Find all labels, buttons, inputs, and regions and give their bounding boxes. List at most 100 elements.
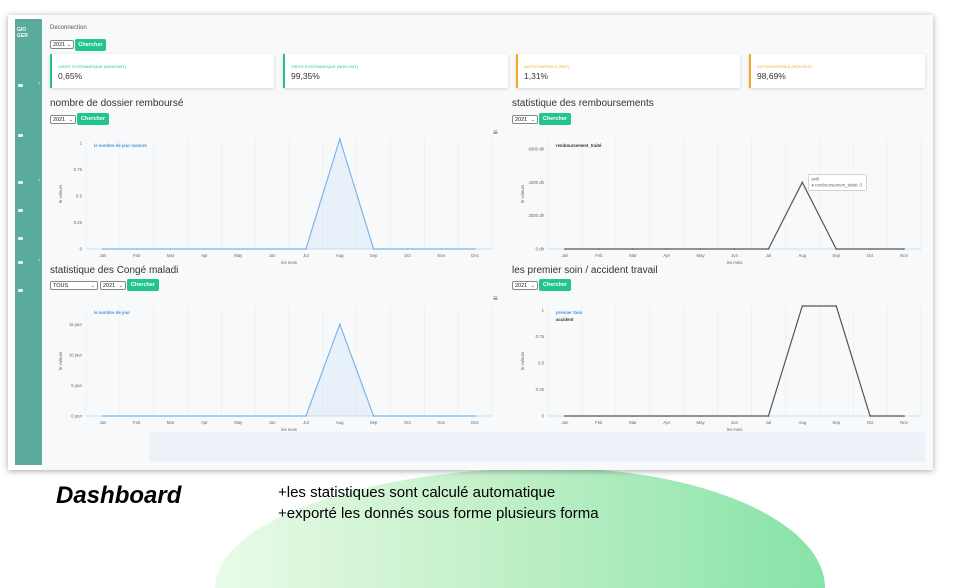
legend-item: accident <box>556 317 574 322</box>
x-tick-label: Sep <box>370 253 378 258</box>
data-point <box>801 181 804 184</box>
data-point <box>903 248 905 250</box>
year-select[interactable]: 2021 ⌄ <box>50 40 74 49</box>
chart-title: nombre de dossier remboursé <box>50 98 184 109</box>
data-point <box>474 248 476 250</box>
menu-icon <box>18 84 23 87</box>
card-accent <box>749 54 751 88</box>
x-tick-label: Nov <box>900 253 908 258</box>
search-button[interactable]: Chercher <box>539 279 571 291</box>
y-axis-label: le valeurs <box>520 185 525 203</box>
sidebar-item-7[interactable] <box>17 287 41 295</box>
sidebar-item-4[interactable] <box>17 207 41 215</box>
x-axis-label: les mois <box>281 260 297 265</box>
chevron-right-icon: › <box>38 178 40 184</box>
x-tick-label: Sep <box>370 420 378 425</box>
y-tick-label: 0 <box>80 247 83 252</box>
y-axis-label: le valeurs <box>58 352 63 370</box>
data-point <box>372 248 375 250</box>
chevron-right-icon: › <box>38 258 40 264</box>
menu-icon <box>18 134 23 137</box>
y-tick-label: 2000 dh <box>528 213 544 218</box>
data-point <box>869 415 871 417</box>
data-point <box>631 415 634 417</box>
card-value: 1,31% <box>524 71 549 81</box>
x-tick-label: Oct <box>404 253 411 258</box>
data-point <box>869 248 871 250</box>
year-select[interactable]: 2021 ⌄ <box>100 281 126 290</box>
tooltip-month: avril <box>811 176 819 181</box>
slide-caption: Dashboard <box>56 482 182 509</box>
y-tick-label: 1 <box>542 308 545 313</box>
chart-title: statistique des remboursements <box>512 98 654 109</box>
x-tick-label: May <box>697 253 706 258</box>
search-button[interactable]: Chercher <box>127 279 159 291</box>
stat-card: AUTOCONTROLE (NON FAIT) 98,69% <box>749 54 925 88</box>
data-point <box>203 415 206 417</box>
y-tick-label: 15 jour <box>69 322 83 327</box>
x-tick-label: Mar <box>167 253 175 258</box>
search-button[interactable]: Chercher <box>75 39 106 51</box>
chevron-down-icon: ⌄ <box>68 117 73 123</box>
type-select[interactable]: TOUS ⌄ <box>50 281 98 290</box>
sidebar-item-6[interactable]: › <box>17 258 41 267</box>
data-point <box>203 248 206 250</box>
chart-svg: 0 0.25 0.5 0.75 1 Jan Feb Mar Apr May Jun Jul Aug Sep… <box>520 305 922 432</box>
x-axis-label: les mois <box>727 260 743 265</box>
y-tick-label: 5 jour <box>71 383 82 388</box>
data-point <box>305 248 307 250</box>
menu-icon <box>18 181 23 184</box>
chart-panel: 0 dh 2000 dh 4000 dh 6000 dh Jan Feb Mar Apr May… <box>512 131 925 265</box>
chart-panel: 0 0.25 0.5 0.75 1 Jan Feb Mar Apr May Jun Jul Aug Sep… <box>50 131 496 265</box>
x-tick-label: Mar <box>629 420 637 425</box>
data-point <box>169 415 172 417</box>
x-tick-label: Mar <box>629 253 637 258</box>
chart-svg: 0 0.25 0.5 0.75 1 Jan Feb Mar Apr May Jun Jul Aug Sep… <box>58 136 493 265</box>
chevron-right-icon: › <box>38 81 40 87</box>
y-tick-label: 0 jour <box>71 414 82 419</box>
data-point <box>767 415 770 417</box>
year-select[interactable]: 2021 ⌄ <box>512 281 538 290</box>
x-tick-label: Mar <box>167 420 175 425</box>
x-tick-label: Apr <box>663 420 670 425</box>
card-value: 99,35% <box>291 71 320 81</box>
x-tick-label: Oct <box>867 420 874 425</box>
chart-panel: 0 0.25 0.5 0.75 1 Jan Feb Mar Apr May Jun Jul Aug Sep… <box>512 298 925 432</box>
y-tick-label: 0.25 <box>74 220 83 225</box>
search-button[interactable]: Chercher <box>77 113 109 125</box>
slide-note-2: +exporté les donnés sous forme plusieurs… <box>278 505 599 522</box>
year-select[interactable]: 2021 ⌄ <box>512 115 538 124</box>
x-tick-label: Jun <box>269 253 277 258</box>
sidebar-item-5[interactable] <box>17 235 41 243</box>
data-point <box>440 248 443 250</box>
sidebar-item-2[interactable] <box>17 132 41 140</box>
logout-link[interactable]: Deconnection <box>50 25 87 31</box>
stat-card: VISITE SYSTEMATIQUE (MONTANT) 0,65% <box>50 54 274 88</box>
sidebar-item-1[interactable]: › <box>17 81 41 90</box>
x-tick-label: May <box>697 420 706 425</box>
sidebar-item-3[interactable]: › <box>17 178 41 187</box>
card-label: VISITE SYSTEMATIQUE (MONTANT) <box>58 64 127 69</box>
chevron-down-icon: ⌄ <box>66 42 71 48</box>
y-tick-label: 0.75 <box>74 167 83 172</box>
chevron-down-icon: ⌄ <box>530 283 535 289</box>
y-tick-label: 0.75 <box>536 334 545 339</box>
y-tick-label: 0.25 <box>536 387 545 392</box>
app-screenshot: GIO GER › › › Deconnection 2021 ⌄ Chercher V… <box>8 15 933 470</box>
stat-card: AUTOCONTROLE (FAIT) 1,31% <box>516 54 740 88</box>
x-tick-label: Apr <box>201 420 208 425</box>
chart-title: les premier soin / accident travail <box>512 265 658 276</box>
data-point <box>733 415 736 417</box>
data-point <box>665 415 668 417</box>
card-accent <box>283 54 285 88</box>
x-tick-label: Jul <box>766 253 772 258</box>
x-tick-label: Jan <box>561 420 569 425</box>
search-button[interactable]: Chercher <box>539 113 571 125</box>
card-label: AUTOCONTROLE (NON FAIT) <box>757 64 813 69</box>
year-select[interactable]: 2021 ⌄ <box>50 115 76 124</box>
x-tick-label: Nov <box>437 253 445 258</box>
data-point <box>835 248 838 250</box>
main-content: Deconnection 2021 ⌄ Chercher VISITE SYSTE… <box>42 15 933 470</box>
chart-title: statistique des Congé maladi <box>50 265 179 276</box>
chevron-down-icon: ⌄ <box>530 117 535 123</box>
